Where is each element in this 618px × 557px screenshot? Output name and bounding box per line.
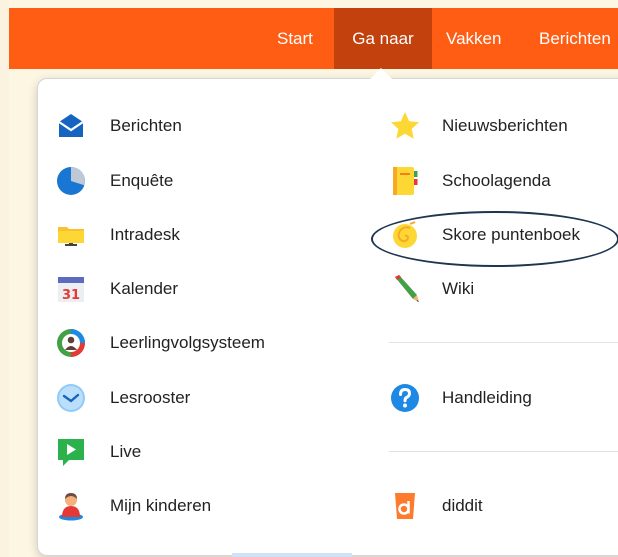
menu-item-label: Intradesk [110, 225, 180, 244]
menu-item-label: Wiki [442, 279, 475, 298]
menu-item-berichten[interactable]: Berichten [55, 106, 182, 146]
menu-item-label: Berichten [110, 116, 182, 135]
envelope-icon [55, 110, 87, 142]
page-background-strip [0, 0, 9, 557]
menu-item-lesrooster[interactable]: Lesrooster [55, 378, 190, 418]
help-icon [389, 382, 421, 414]
menu-item-enquete[interactable]: Enquête [55, 161, 173, 201]
pie-chart-icon [55, 165, 87, 197]
menu-item-leerlingvolgsysteem[interactable]: Leerlingvolgsysteem [55, 323, 265, 363]
child-icon [55, 490, 87, 522]
student-tracking-icon [55, 327, 87, 359]
nav-ga-naar[interactable]: Ga naar [334, 8, 432, 69]
nav-vakken[interactable]: Vakken [446, 8, 501, 69]
menu-item-kalender[interactable]: 31 Kalender [55, 269, 178, 309]
calendar-icon: 31 [55, 273, 87, 305]
menu-item-label: Enquête [110, 171, 174, 190]
menu-item-label: Kalender [110, 279, 179, 298]
menu-item-label: Lesrooster [110, 388, 191, 407]
menu-item-diddit[interactable]: diddit [389, 486, 483, 526]
diddit-icon [389, 490, 421, 522]
star-icon [389, 110, 421, 142]
menu-item-label: Nieuwsberichten [442, 116, 568, 135]
menu-item-label: diddit [442, 496, 483, 515]
clock-icon [55, 382, 87, 414]
nav-start[interactable]: Start [277, 8, 313, 69]
menu-divider [389, 451, 618, 452]
calendar-day: 31 [62, 288, 80, 303]
chat-play-icon [55, 436, 87, 468]
menu-item-label: Handleiding [442, 388, 532, 407]
menu-item-mijn-kinderen[interactable]: Mijn kinderen [55, 486, 211, 526]
shell-icon [389, 219, 421, 251]
menu-item-label: Mijn kinderen [110, 496, 212, 515]
menu-item-label: Live [110, 442, 142, 461]
ga-naar-dropdown-menu [37, 78, 618, 556]
menu-item-handleiding[interactable]: Handleiding [389, 378, 532, 418]
dropdown-caret [370, 68, 392, 79]
pencil-icon [389, 273, 421, 305]
menu-item-intradesk[interactable]: Intradesk [55, 215, 180, 255]
menu-item-label: Leerlingvolgsysteem [110, 333, 265, 352]
menu-item-nieuwsberichten[interactable]: Nieuwsberichten [389, 106, 568, 146]
page-content-peek [232, 553, 352, 557]
folder-icon [55, 219, 87, 251]
top-navigation-bar: Start Ga naar Vakken Berichten [9, 8, 618, 69]
menu-item-skore-puntenboek[interactable]: Skore puntenboek [389, 215, 580, 255]
menu-item-label: Schoolagenda [442, 171, 551, 190]
menu-item-schoolagenda[interactable]: Schoolagenda [389, 161, 551, 201]
menu-item-wiki[interactable]: Wiki [389, 269, 474, 309]
menu-item-live[interactable]: Live [55, 432, 141, 472]
menu-divider [389, 342, 618, 343]
nav-berichten[interactable]: Berichten [539, 8, 611, 69]
menu-item-label: Skore puntenboek [442, 225, 580, 244]
notebook-icon [389, 165, 421, 197]
